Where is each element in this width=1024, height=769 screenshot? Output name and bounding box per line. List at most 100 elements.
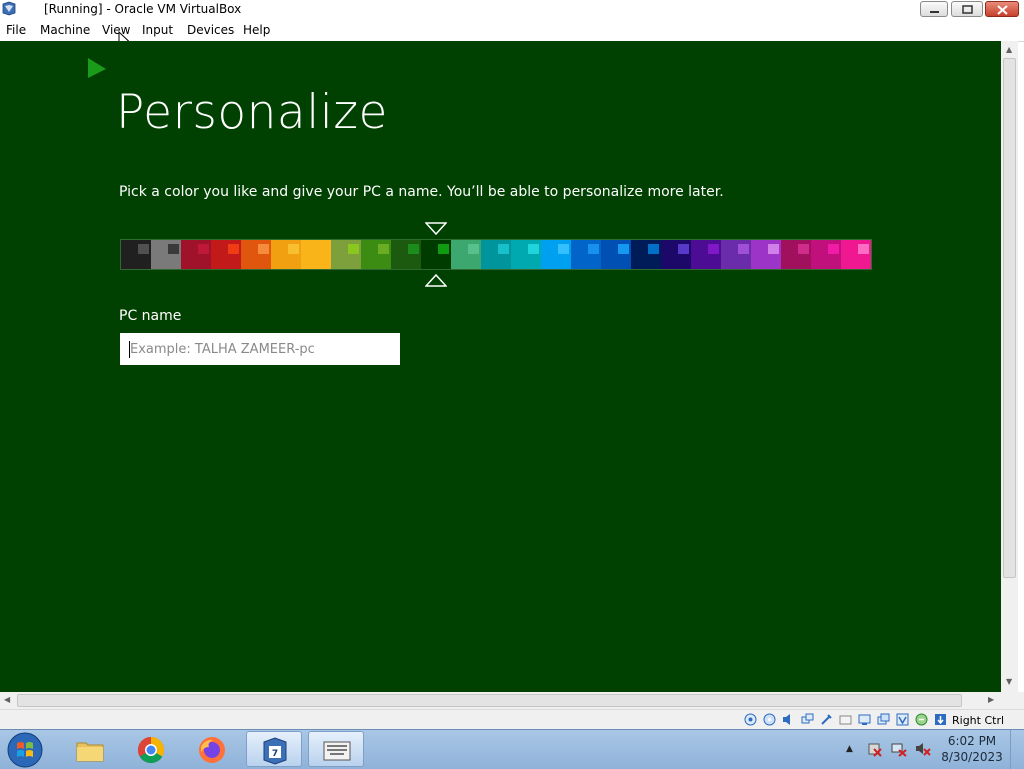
color-swatch[interactable] [241,240,271,269]
clock-date: 8/30/2023 [941,750,1003,764]
network-icon[interactable] [801,713,814,726]
color-swatch-chip [858,244,869,254]
taskbar-chrome[interactable] [123,731,179,767]
menu-devices[interactable]: Devices [187,23,234,37]
color-swatch[interactable] [181,240,211,269]
color-swatch-chip [408,244,419,254]
color-swatch[interactable] [271,240,301,269]
color-swatch[interactable] [571,240,601,269]
color-swatch[interactable] [151,240,181,269]
color-swatch-chip [198,244,209,254]
mouse-integration-icon[interactable] [915,713,928,726]
color-swatch[interactable] [781,240,811,269]
color-swatch-chip [468,244,479,254]
color-swatch[interactable] [601,240,631,269]
close-icon [997,5,1008,15]
color-swatch[interactable] [391,240,421,269]
color-swatch-chip [798,244,809,254]
color-swatch[interactable] [331,240,361,269]
keyboard-capture-icon[interactable] [934,713,947,726]
vertical-scroll-thumb[interactable] [1003,58,1016,578]
display-icon[interactable] [858,713,871,726]
color-swatch[interactable] [661,240,691,269]
color-swatch[interactable] [691,240,721,269]
network-icon[interactable] [891,741,907,757]
color-swatch[interactable] [451,240,481,269]
color-swatch[interactable] [361,240,391,269]
show-desktop-button[interactable] [1010,730,1024,769]
color-swatch-chip [318,244,329,254]
keyboard-icon [323,741,351,761]
menu-file[interactable]: File [6,23,26,37]
color-swatch-chip [378,244,389,254]
color-swatch[interactable] [541,240,571,269]
show-hidden-icons[interactable]: ▲ [846,744,853,754]
scrollbar-corner [1001,692,1024,709]
pc-name-input[interactable] [120,333,400,365]
scroll-right-icon[interactable]: ▶ [988,695,994,704]
folder-icon [76,742,104,762]
virtualbox-icon: 7 [263,737,287,765]
page-subtitle: Pick a color you like and give your PC a… [119,184,724,200]
color-swatch[interactable] [841,240,871,269]
color-swatch-chip [168,244,179,254]
text-caret [129,341,130,358]
optical-drive-icon[interactable] [763,713,776,726]
color-swatch[interactable] [631,240,661,269]
taskbar-virtualbox[interactable]: 7 [246,731,302,767]
color-swatch[interactable] [811,240,841,269]
scroll-left-icon[interactable]: ◀ [4,695,10,704]
shared-folders-icon[interactable] [839,713,852,726]
menu-bar: File Machine View Input Devices Help [0,20,1024,49]
color-swatch-chip [588,244,599,254]
volume-muted-icon[interactable] [915,741,931,757]
vm-display[interactable]: Personalize Pick a color you like and gi… [0,41,1001,692]
chrome-icon [137,736,165,764]
color-swatch-chip [528,244,539,254]
clock-time: 6:02 PM [947,734,997,748]
color-swatch[interactable] [751,240,781,269]
taskbar-clock[interactable]: 6:02 PM 8/30/2023 [940,733,1004,765]
pc-name-label: PC name [119,308,182,324]
horizontal-scrollbar[interactable]: ◀ ▶ [0,692,1001,709]
color-swatch-chip [228,244,239,254]
video-capture-icon[interactable] [877,713,890,726]
action-center-icon[interactable] [866,741,882,757]
color-swatch[interactable] [481,240,511,269]
usb-icon[interactable] [820,713,833,726]
virtualbox-icon [2,1,16,16]
color-picker[interactable] [120,239,872,270]
restore-button[interactable] [951,1,983,17]
taskbar-on-screen-keyboard[interactable] [308,731,364,767]
audio-icon[interactable] [782,713,795,726]
color-swatch[interactable] [511,240,541,269]
svg-text:7: 7 [272,749,278,759]
menu-help[interactable]: Help [243,23,270,37]
taskbar-firefox[interactable] [184,731,240,767]
scroll-up-icon[interactable]: ▲ [1006,45,1012,54]
start-button[interactable] [6,731,44,769]
color-swatch-chip [618,244,629,254]
menu-machine[interactable]: Machine [40,23,90,37]
close-button[interactable] [985,1,1019,17]
color-swatch-chip [678,244,689,254]
color-swatch-chip [768,244,779,254]
hard-disk-icon[interactable] [744,713,757,726]
horizontal-scroll-thumb[interactable] [17,694,962,707]
vertical-scrollbar[interactable]: ▲ ▼ [1001,41,1018,692]
color-swatch[interactable] [721,240,751,269]
color-swatch-chip [288,244,299,254]
scroll-down-icon[interactable]: ▼ [1006,677,1012,686]
color-swatch-chip [828,244,839,254]
minimize-button[interactable] [920,1,948,17]
selected-color-marker-bottom-icon [425,273,447,287]
color-swatch[interactable] [211,240,241,269]
color-swatch[interactable] [421,240,451,269]
taskbar-file-explorer[interactable] [62,731,118,767]
menu-input[interactable]: Input [142,23,173,37]
restore-icon [962,5,973,14]
color-swatch[interactable] [301,240,331,269]
color-swatch[interactable] [121,240,151,269]
vt-x-icon[interactable] [896,713,909,726]
color-swatch-chip [138,244,149,254]
